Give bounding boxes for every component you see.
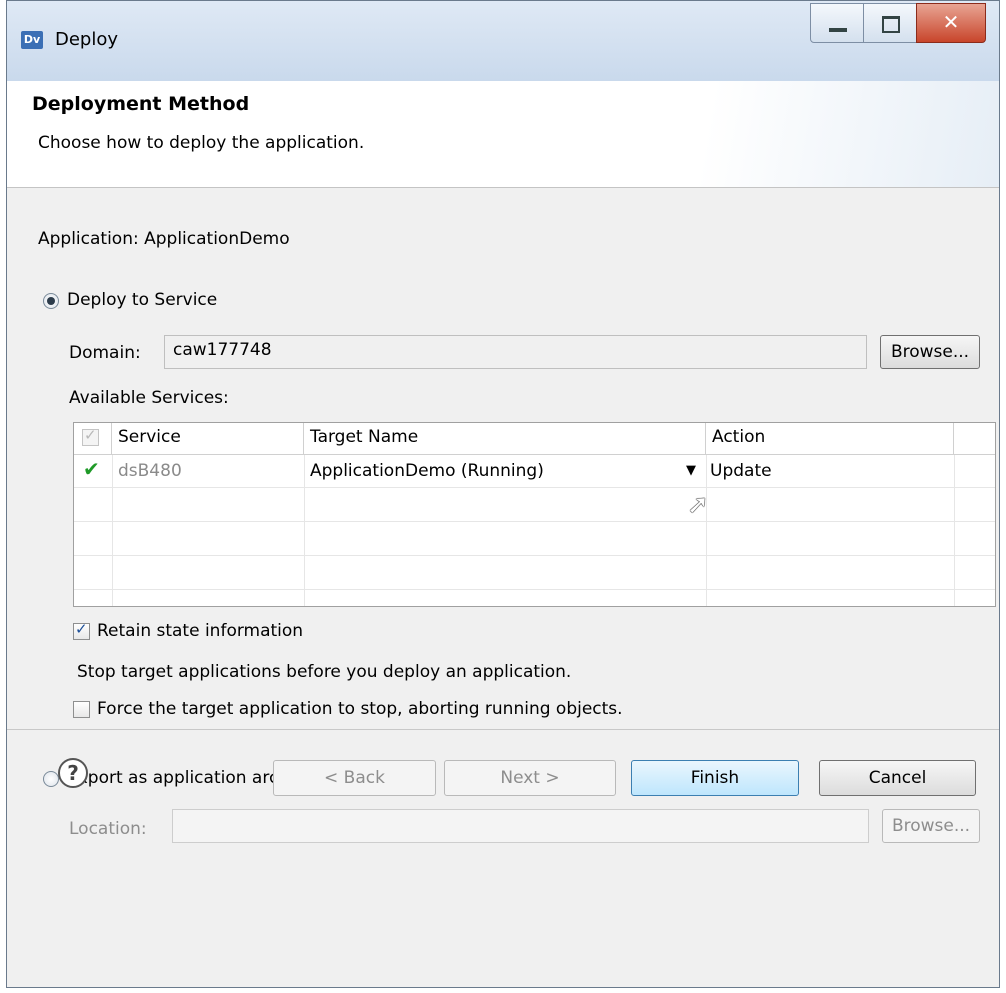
- page-title: Deployment Method: [32, 93, 250, 115]
- row-divider: [74, 555, 995, 556]
- retain-state-label[interactable]: Retain state information: [97, 621, 303, 641]
- service-cell: dsB480: [118, 461, 182, 481]
- column-divider: [706, 455, 707, 606]
- close-button[interactable]: ✕: [916, 3, 986, 43]
- help-icon[interactable]: ?: [58, 758, 88, 788]
- retain-state-checkbox[interactable]: ✓: [73, 620, 90, 640]
- row-divider: [74, 521, 995, 522]
- column-divider: [304, 455, 305, 606]
- wizard-header: Deployment Method Choose how to deploy t…: [7, 81, 999, 188]
- domain-label: Domain:: [69, 343, 141, 363]
- deploy-to-service-radio[interactable]: [43, 293, 59, 309]
- cancel-button[interactable]: Cancel: [819, 760, 976, 796]
- next-button[interactable]: Next >: [444, 760, 616, 796]
- back-button[interactable]: < Back: [273, 760, 436, 796]
- row-divider: [74, 589, 995, 590]
- domain-browse-button[interactable]: Browse...: [880, 335, 980, 369]
- minimize-button[interactable]: [810, 3, 864, 43]
- column-header-filler: [954, 423, 995, 455]
- force-stop-checkbox[interactable]: [73, 701, 90, 718]
- location-field[interactable]: [172, 809, 869, 843]
- column-header-service[interactable]: Service: [112, 423, 304, 455]
- title-bar: Dv Deploy ✕: [7, 1, 999, 81]
- column-header-action[interactable]: Action: [706, 423, 954, 455]
- stop-note: Stop target applications before you depl…: [77, 662, 572, 682]
- domain-field[interactable]: caw177748: [164, 335, 867, 369]
- minimize-icon: [829, 28, 847, 32]
- mouse-cursor-icon: ➚: [687, 490, 709, 520]
- deploy-to-service-label[interactable]: Deploy to Service: [67, 290, 217, 310]
- column-header-target-name[interactable]: Target Name: [304, 423, 706, 455]
- services-table: ✓ Service Target Name Action ✔ dsB480 Ap…: [73, 422, 996, 607]
- application-label: Application: ApplicationDemo: [38, 229, 290, 249]
- finish-button[interactable]: Finish: [631, 760, 799, 796]
- footer-divider: [7, 729, 999, 730]
- maximize-icon: [882, 16, 900, 33]
- row-checked-icon[interactable]: ✔: [83, 457, 100, 481]
- window-title: Deploy: [55, 29, 119, 50]
- deploy-dialog: Dv Deploy ✕ Deployment Method Choose how…: [6, 0, 1000, 988]
- row-divider: [74, 487, 995, 488]
- force-stop-label[interactable]: Force the target application to stop, ab…: [97, 699, 623, 719]
- location-browse-button[interactable]: Browse...: [882, 809, 980, 843]
- location-label: Location:: [69, 819, 147, 839]
- app-icon: Dv: [21, 31, 43, 49]
- target-name-cell: ApplicationDemo (Running): [310, 461, 544, 481]
- select-all-checkbox: ✓: [82, 426, 99, 446]
- dropdown-arrow-icon[interactable]: ▼: [686, 463, 696, 478]
- select-all-column: ✓: [74, 423, 112, 455]
- export-archive-radio[interactable]: [43, 771, 59, 787]
- page-description: Choose how to deploy the application.: [38, 133, 365, 153]
- available-services-label: Available Services:: [69, 388, 229, 408]
- maximize-button[interactable]: [863, 3, 917, 43]
- close-icon: ✕: [942, 10, 960, 34]
- column-divider: [112, 455, 113, 606]
- check-mark-icon: ✓: [75, 620, 88, 638]
- action-cell[interactable]: Update: [710, 461, 772, 481]
- column-divider: [954, 455, 955, 606]
